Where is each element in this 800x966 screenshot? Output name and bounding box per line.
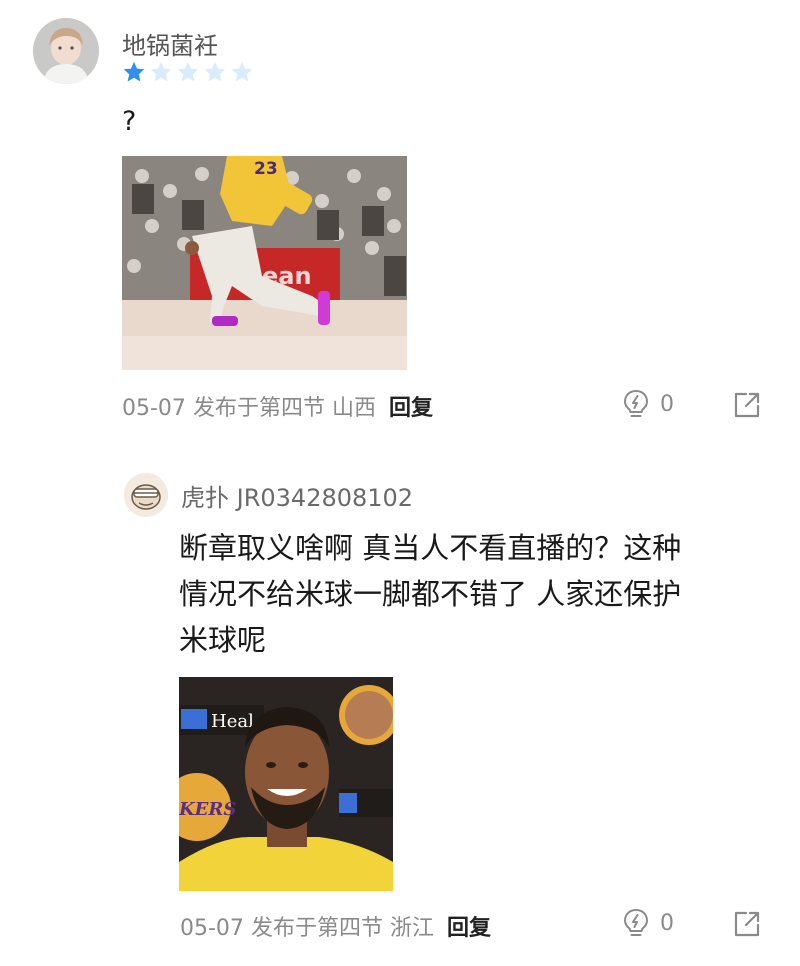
sign-text: Heal (211, 711, 254, 732)
like-count: 0 (660, 391, 674, 417)
reply-photo[interactable]: Heal KERS (179, 677, 393, 891)
reply-text: 断章取义啥啊 真当人不看直播的？这种 情况不给米球一脚都不错了 人家还保护 米球… (179, 525, 779, 663)
comment-location: 山西 (331, 396, 376, 421)
reply-location: 浙江 (389, 916, 434, 941)
reply-username[interactable]: 虎扑 JR0342808102 (181, 478, 413, 513)
star-icon (204, 61, 226, 82)
reply-avatar[interactable] (124, 473, 168, 517)
like-count: 0 (660, 910, 674, 936)
comment-photo[interactable]: ean 23 (122, 156, 407, 370)
comment-date: 05-07 (122, 396, 186, 421)
reply-meta: 05-07 发布于第四节 浙江 回复 (180, 910, 491, 942)
share-button[interactable] (733, 910, 761, 938)
reply-text-line: 米球呢 (179, 623, 267, 657)
jersey-number: 23 (254, 159, 278, 179)
share-button[interactable] (733, 391, 761, 419)
like-button[interactable]: 0 (622, 389, 674, 419)
avatar[interactable] (33, 18, 99, 84)
reply-posted-in: 发布于第四节 (250, 916, 383, 941)
star-icon (177, 61, 199, 82)
comment-posted-in: 发布于第四节 (192, 396, 325, 421)
share-icon (733, 910, 761, 938)
comment-meta: 05-07 发布于第四节 山西 回复 (122, 390, 433, 422)
share-icon (733, 391, 761, 419)
comment-text: ? (122, 106, 137, 137)
star-icon (123, 61, 145, 82)
reply-date: 05-07 (180, 916, 244, 941)
like-button[interactable]: 0 (622, 908, 674, 938)
reply-button[interactable]: 回复 (389, 396, 433, 421)
reply-button[interactable]: 回复 (447, 916, 491, 941)
lightbulb-icon (622, 908, 650, 938)
reply-text-line: 情况不给米球一脚都不错了 人家还保护 (179, 577, 682, 611)
reply-text-line: 断章取义啥啊 真当人不看直播的？这种 (179, 531, 682, 565)
star-icon (231, 61, 253, 82)
username[interactable]: 地锅菌衽 (122, 26, 218, 61)
star-rating (122, 60, 254, 84)
lightbulb-icon (622, 389, 650, 419)
star-icon (150, 61, 172, 82)
logo-text: KERS (179, 799, 236, 820)
